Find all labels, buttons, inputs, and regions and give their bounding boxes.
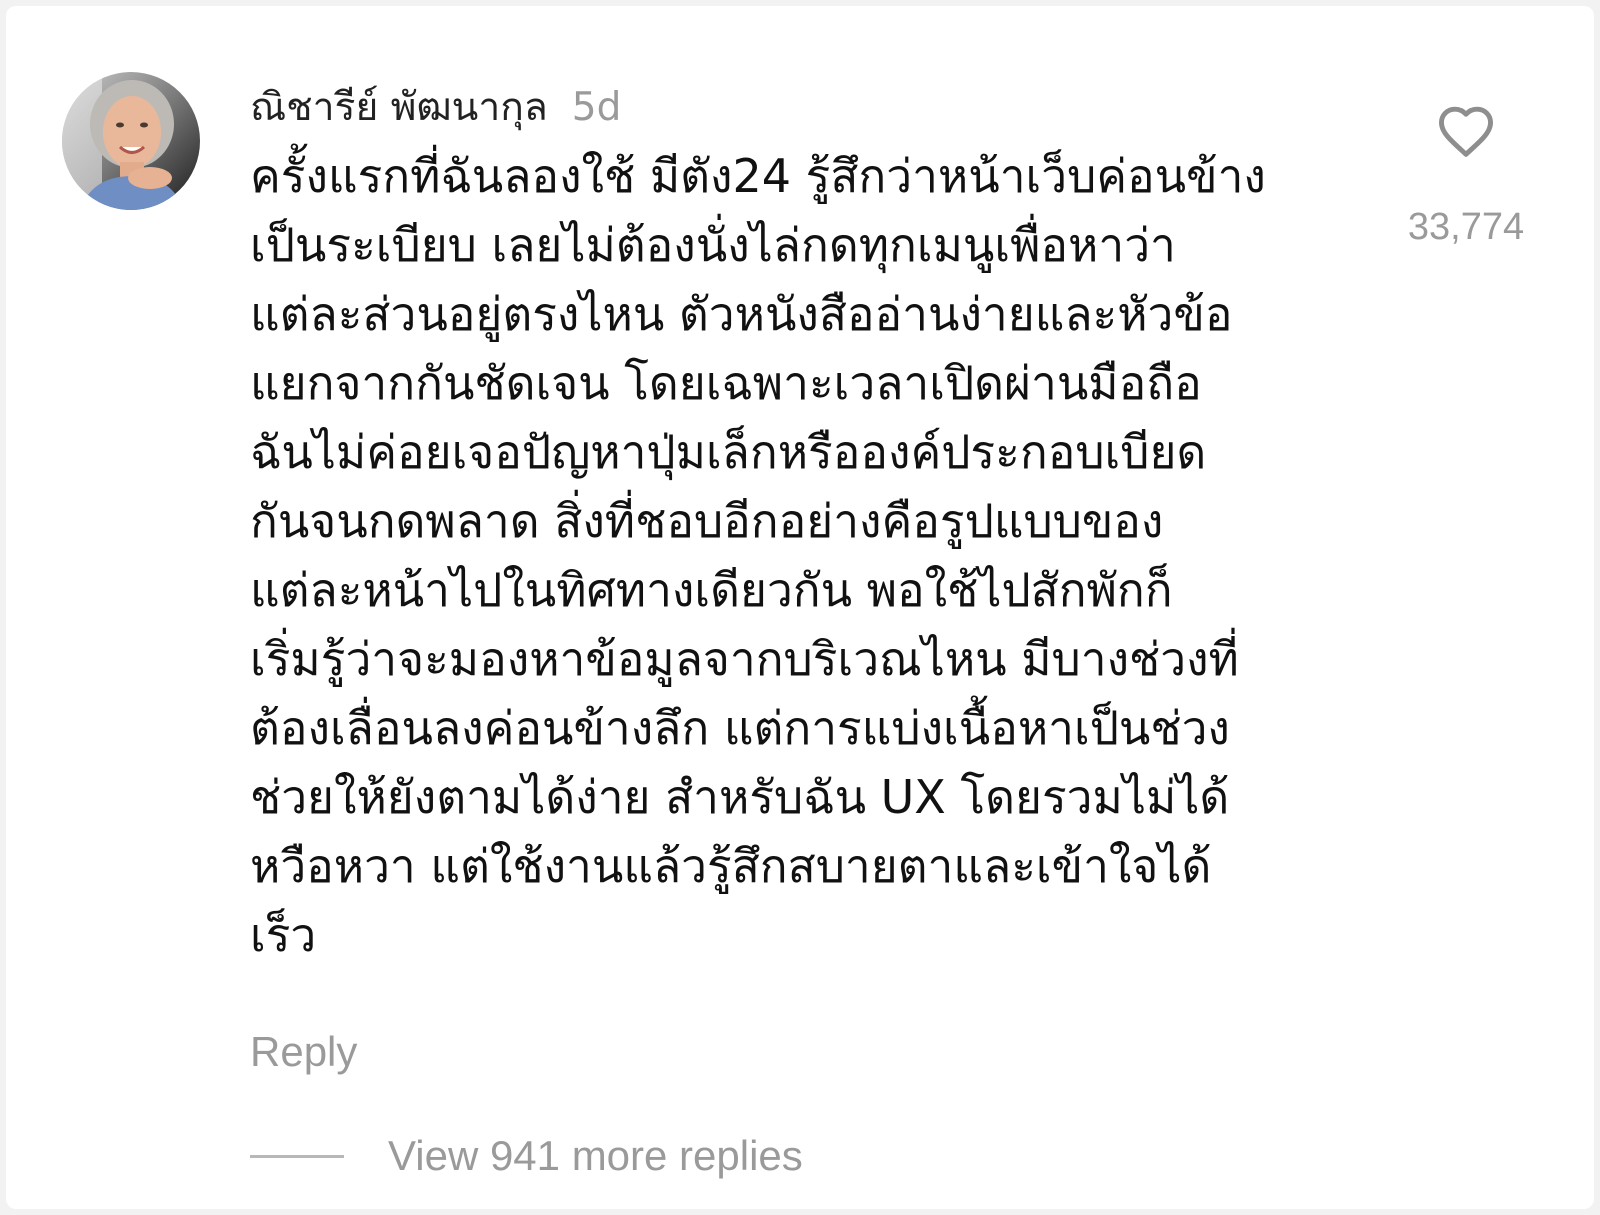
replies-divider [250,1154,344,1158]
view-replies-label: View 941 more replies [388,1132,803,1179]
username[interactable]: ณิชารีย์ พัฒนากุล [250,76,548,138]
view-replies-button[interactable]: View 941 more replies [250,1132,803,1180]
heart-icon[interactable] [1436,104,1496,162]
like-section: 33,774 [1396,104,1536,249]
reply-button[interactable]: Reply [250,1028,357,1076]
comment-meta: ณิชารีย์ พัฒนากุล 5d [250,76,1370,136]
comment-text: ครั้งแรกที่ฉันลองใช้ มีตัง24 รู้สึกว่าหน… [250,149,1266,962]
comment-timestamp: 5d [571,85,622,130]
comment-card: ณิชารีย์ พัฒนากุล 5d ครั้งแรกที่ฉันลองใช… [6,6,1594,1209]
avatar[interactable] [62,72,200,210]
comment-content: ณิชารีย์ พัฒนากุล 5d ครั้งแรกที่ฉันลองใช… [250,76,1370,970]
like-count: 33,774 [1407,206,1525,248]
avatar-image [62,72,200,210]
